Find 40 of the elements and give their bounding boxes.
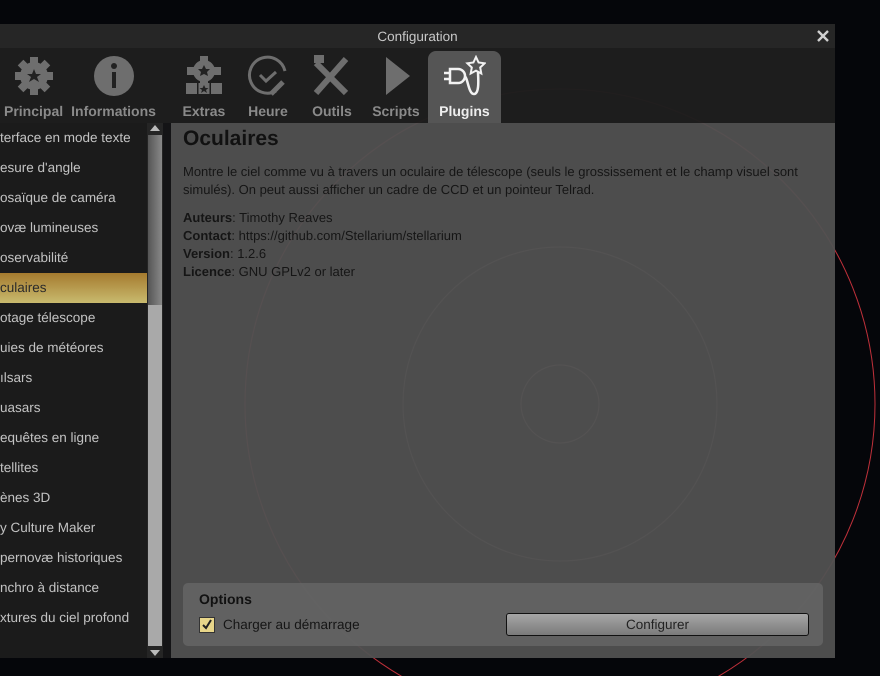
window-title: Configuration	[377, 28, 458, 44]
tab[interactable]: Informations	[67, 51, 160, 123]
plug-star-icon	[442, 55, 486, 97]
plugin-title: Oculaires	[183, 127, 280, 151]
configure-button[interactable]: Configurer	[506, 613, 809, 636]
scroll-up-icon[interactable]	[150, 125, 160, 131]
plugin-info-line: Version: 1.2.6	[183, 245, 268, 263]
tab[interactable]: Extras	[172, 51, 236, 123]
plugin-list-item[interactable]: nchro à distance	[0, 573, 147, 603]
plugin-list-item[interactable]: ènes 3D	[0, 483, 147, 513]
plugin-list-item[interactable]: ovæ lumineuses	[0, 213, 147, 243]
close-icon[interactable]	[817, 30, 829, 42]
tab[interactable]: Outils	[300, 51, 364, 123]
plugin-list-item[interactable]: culaires	[0, 273, 147, 303]
plugin-list-item[interactable]: oservabilité	[0, 243, 147, 273]
plugin-list-item[interactable]: tellites	[0, 453, 147, 483]
plugin-list-item[interactable]: xtures du ciel profond	[0, 603, 147, 633]
tab[interactable]: Heure	[236, 51, 300, 123]
plugin-info-line: Contact: https://github.com/Stellarium/stellarium	[183, 227, 463, 245]
info-icon	[92, 55, 136, 97]
tab[interactable]: Plugins	[428, 51, 501, 123]
plugin-description: Montre le ciel comme vu à travers un oculaire de télescope (seuls le grossissement et le champ visuel sont simulés). On peut aussi afficher un cadre de CCD et un pointeur Telrad.	[183, 163, 799, 199]
tab[interactable]: Principal	[0, 51, 68, 123]
plugin-info-line: Licence: GNU GPLv2 or later	[183, 263, 356, 281]
plugin-list-item[interactable]: uies de météores	[0, 333, 147, 363]
plugin-list-item[interactable]: equêtes en ligne	[0, 423, 147, 453]
plugin-list-item[interactable]: terface en mode texte	[0, 123, 147, 153]
tab[interactable]: Scripts	[364, 51, 428, 123]
plugin-list-item[interactable]: y Culture Maker	[0, 513, 147, 543]
plugin-list-item[interactable]: uasars	[0, 393, 147, 423]
plugin-list-item[interactable]: pernovæ historiques	[0, 543, 147, 573]
checkbox[interactable]	[199, 616, 215, 632]
scrollbar[interactable]	[147, 123, 163, 658]
plugin-list-item[interactable]: esure d'angle	[0, 153, 147, 183]
options-title: Options	[199, 591, 253, 607]
plugin-list-item[interactable]: otage télescope	[0, 303, 147, 333]
plugin-list-item[interactable]: osaïque de caméra	[0, 183, 147, 213]
plugin-info-line: Auteurs: Timothy Reaves	[183, 209, 334, 227]
plugin-list-item[interactable]: ılsars	[0, 363, 147, 393]
scroll-down-icon[interactable]	[150, 650, 160, 656]
